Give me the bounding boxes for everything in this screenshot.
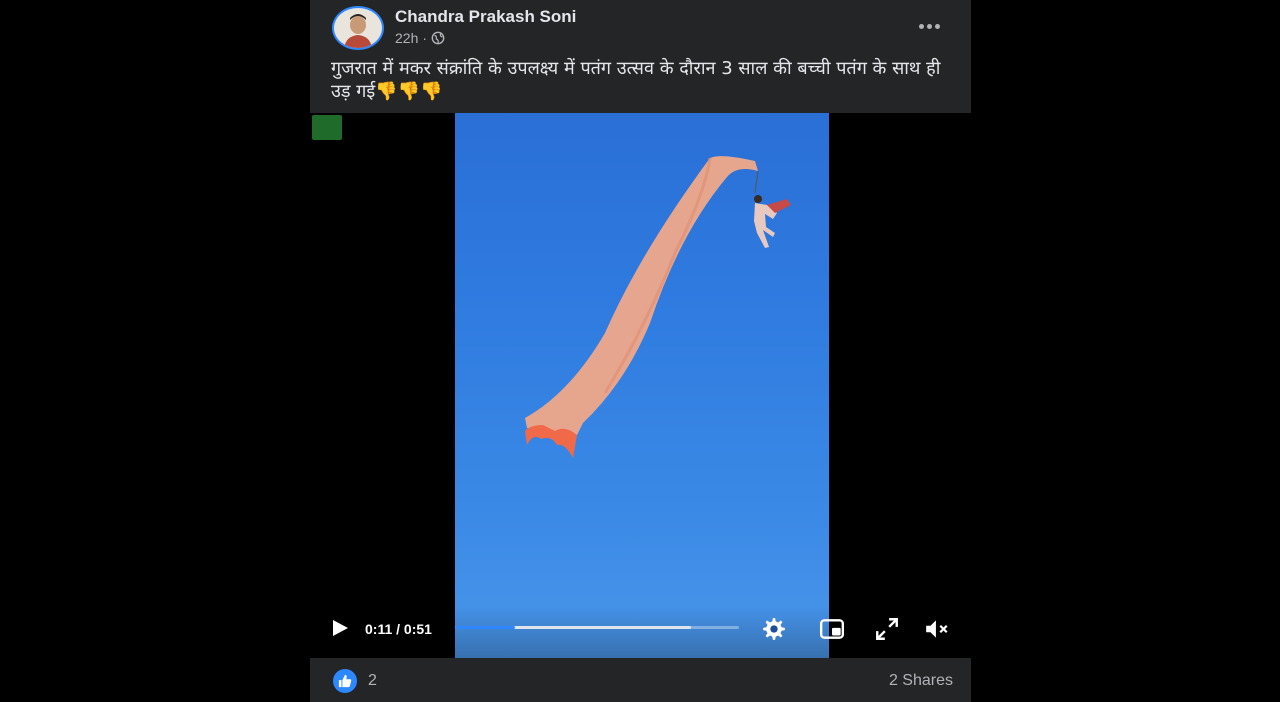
more-icon-dot — [927, 24, 932, 29]
post-header: Chandra Prakash Soni 22h · गुजरात में मक… — [310, 0, 971, 113]
child-figure — [754, 195, 791, 248]
post-footer: 2 2 Shares — [310, 658, 971, 702]
progress-bar[interactable] — [455, 626, 739, 629]
video-frame[interactable] — [455, 113, 829, 658]
globe-icon — [431, 31, 445, 45]
more-icon-dot — [935, 24, 940, 29]
post-caption: गुजरात में मकर संक्रांति के उपलक्ष्य में… — [331, 57, 961, 103]
settings-icon[interactable] — [761, 616, 787, 642]
channel-badge — [312, 115, 342, 140]
like-icon[interactable] — [333, 669, 357, 693]
avatar[interactable] — [332, 6, 384, 50]
meta-separator: · — [422, 30, 427, 46]
more-options-button[interactable] — [915, 12, 943, 40]
post-time[interactable]: 22h — [395, 30, 418, 46]
video-time: 0:11 / 0:51 — [365, 621, 432, 637]
more-icon — [919, 24, 924, 29]
author-name[interactable]: Chandra Prakash Soni — [395, 7, 576, 27]
play-icon[interactable] — [330, 618, 350, 638]
video-player[interactable]: 0:11 / 0:51 — [310, 113, 971, 658]
progress-played — [455, 626, 515, 629]
like-count[interactable]: 2 — [368, 672, 377, 690]
video-content-kite — [455, 113, 829, 658]
facebook-post: Chandra Prakash Soni 22h · गुजरात में मक… — [310, 0, 971, 702]
pip-icon[interactable] — [819, 616, 845, 642]
shares-count[interactable]: 2 Shares — [889, 672, 953, 690]
mute-icon[interactable] — [924, 616, 950, 642]
post-meta: 22h · — [395, 30, 445, 46]
video-controls: 0:11 / 0:51 — [310, 606, 971, 658]
fullscreen-icon[interactable] — [874, 616, 900, 642]
